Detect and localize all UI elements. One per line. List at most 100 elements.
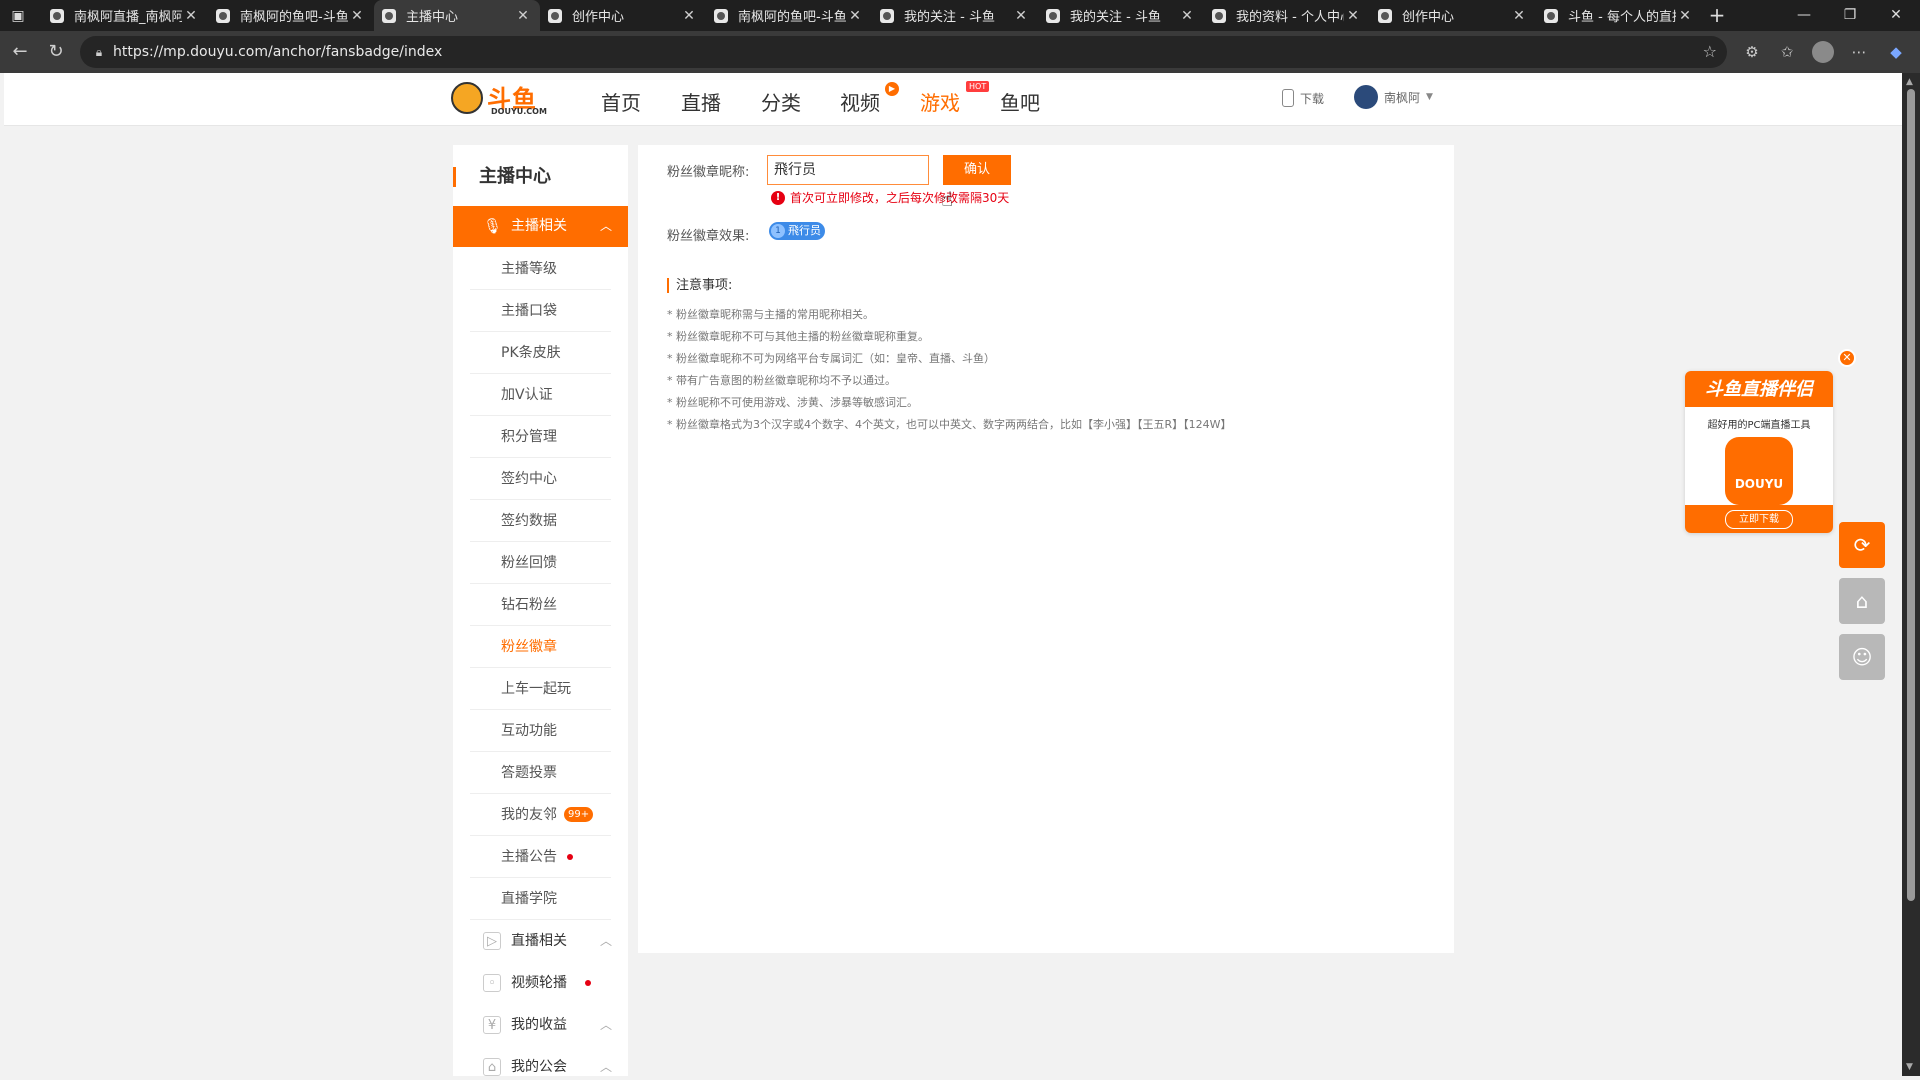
browser-tab[interactable]: 我的关注 - 斗鱼 ✕ <box>1038 0 1204 31</box>
sidebar-item[interactable]: 加V认证 <box>470 374 611 416</box>
sidebar-item[interactable]: 主播口袋 <box>470 290 611 332</box>
browser-tab[interactable]: 创作中心 ✕ <box>1370 0 1536 31</box>
minimize-button[interactable]: — <box>1781 0 1827 31</box>
sidebar-group[interactable]: ⌂ 我的公会 ︿ <box>453 1046 628 1076</box>
sidebar-item[interactable]: 主播等级 <box>470 248 611 290</box>
fan-badge-preview: 1 飛行员 <box>769 222 825 240</box>
sidebar-group-anchor[interactable]: 🎙︎ 主播相关 ︿ <box>453 206 628 247</box>
sidebar-item[interactable]: 我的友邻 99+ <box>470 794 611 836</box>
refresh-icon[interactable]: ↻ <box>44 40 68 64</box>
browser-tab[interactable]: 南枫阿直播_南枫阿 ✕ <box>42 0 208 31</box>
replay-icon[interactable]: ⟳ <box>1839 522 1885 568</box>
close-tab-icon[interactable]: ✕ <box>680 8 698 24</box>
browser-tab[interactable]: 南枫阿的鱼吧-斗鱼 ✕ <box>706 0 872 31</box>
sidebar-item-label: 主播口袋 <box>501 303 557 319</box>
sidebar-item[interactable]: 钻石粉丝 <box>470 584 611 626</box>
back-icon[interactable]: ← <box>8 40 32 64</box>
caret-down-icon[interactable]: ▼ <box>1426 92 1433 102</box>
warning-message: ! 首次可立即修改，之后每次修改需隔30天 <box>771 189 1009 206</box>
sidebar-item[interactable]: 答题投票 <box>470 752 611 794</box>
browser-tab[interactable]: 我的关注 - 斗鱼 ✕ <box>872 0 1038 31</box>
browser-tab[interactable]: 创作中心 ✕ <box>540 0 706 31</box>
sidebar-item[interactable]: 粉丝回馈 <box>470 542 611 584</box>
restore-button[interactable]: ❐ <box>1827 0 1873 31</box>
tab-title: 主播中心 <box>406 10 459 25</box>
browser-tab[interactable]: 南枫阿的鱼吧-斗鱼 ✕ <box>208 0 374 31</box>
avatar[interactable] <box>1354 85 1378 109</box>
chevron-up-icon[interactable]: ︿ <box>600 1046 612 1076</box>
badge-nickname-input[interactable]: 飛行员 <box>767 155 929 185</box>
close-window-button[interactable]: ✕ <box>1873 0 1919 31</box>
nav-home[interactable]: 首页 <box>601 87 641 116</box>
sidebar-item[interactable]: 互动功能 <box>470 710 611 752</box>
chevron-up-icon[interactable]: ︿ <box>600 920 612 962</box>
copilot-icon[interactable]: ◆ <box>1884 40 1908 64</box>
confirm-button[interactable]: 确认 <box>943 155 1011 185</box>
download-now-button[interactable]: 立即下载 <box>1725 510 1793 529</box>
sidebar-item[interactable]: 主播公告 <box>470 836 611 878</box>
close-tab-icon[interactable]: ✕ <box>514 8 532 24</box>
note-item: * 粉丝徽章昵称不可与其他主播的粉丝徽章昵称重复。 <box>667 330 929 343</box>
browser-tab[interactable]: 斗鱼 - 每个人的直播 ✕ <box>1536 0 1702 31</box>
close-tab-icon[interactable]: ✕ <box>1344 8 1362 24</box>
more-menu-icon[interactable]: ⋯ <box>1847 40 1871 64</box>
extensions-icon[interactable]: ⚙ <box>1740 40 1764 64</box>
web-page: 斗鱼 DOUYU.COM 首页 直播 分类 视频 ▶ 游戏 HOT 鱼吧 下载 … <box>4 73 1902 1076</box>
sidebar-item[interactable]: 直播学院 <box>470 878 611 920</box>
scroll-down-icon[interactable]: ▼ <box>1906 1062 1913 1072</box>
live-companion-ad[interactable]: 斗鱼直播伴侣 超好用的PC端直播工具 DOUYU 立即下载 <box>1685 371 1833 533</box>
nick-label: 粉丝徽章昵称: <box>667 165 750 180</box>
sidebar-group[interactable]: ◦ 视频轮播 <box>453 962 628 1004</box>
sidebar-item-label: 粉丝回馈 <box>501 555 557 571</box>
sidebar-item[interactable]: PK条皮肤 <box>470 332 611 374</box>
sidebar-group[interactable]: ¥ 我的收益 ︿ <box>453 1004 628 1046</box>
douyu-favicon-icon <box>548 8 562 23</box>
robot-icon[interactable]: ☺ <box>1839 634 1885 680</box>
close-tab-icon[interactable]: ✕ <box>1178 8 1196 24</box>
sidebar-item-label: 签约数据 <box>501 513 557 529</box>
note-item: * 粉丝徽章昵称不可为网络平台专属词汇（如：皇帝、直播、斗鱼） <box>667 352 995 365</box>
nav-video[interactable]: 视频 <box>840 87 880 116</box>
close-tab-icon[interactable]: ✕ <box>1510 8 1528 24</box>
close-icon[interactable]: ✕ <box>1838 349 1856 367</box>
profile-avatar-icon[interactable] <box>1812 41 1834 63</box>
chevron-up-icon[interactable]: ︿ <box>600 1004 612 1046</box>
sidebar-group[interactable]: ▷ 直播相关 ︿ <box>453 920 628 962</box>
user-menu[interactable]: 南枫阿 ▼ <box>1354 85 1433 109</box>
scroll-thumb[interactable] <box>1907 89 1915 901</box>
sidebar-item[interactable]: 积分管理 <box>470 416 611 458</box>
tab-title: 南枫阿的鱼吧-斗鱼 <box>738 10 846 25</box>
tab-title: 斗鱼 - 每个人的直播 <box>1568 10 1676 25</box>
url-text[interactable]: https://mp.douyu.com/anchor/fansbadge/in… <box>113 36 442 68</box>
sidebar-title: 主播中心 <box>453 163 628 193</box>
nav-live[interactable]: 直播 <box>681 87 721 116</box>
url-field[interactable]: 🔒︎ https://mp.douyu.com/anchor/fansbadge… <box>80 36 1727 68</box>
username[interactable]: 南枫阿 <box>1384 89 1420 106</box>
browser-tab[interactable]: 主播中心 ✕ <box>374 0 540 31</box>
new-tab-button[interactable]: + <box>1705 4 1729 28</box>
home-icon[interactable]: ⌂ <box>1839 578 1885 624</box>
close-tab-icon[interactable]: ✕ <box>846 8 864 24</box>
page-scrollbar[interactable]: ▲ ▼ <box>1902 73 1920 1076</box>
sidebar-item[interactable]: 签约数据 <box>470 500 611 542</box>
nav-game[interactable]: 游戏 <box>920 87 960 116</box>
video-icon: ▷ <box>483 932 501 950</box>
nav-fishbar[interactable]: 鱼吧 <box>1000 87 1040 116</box>
close-tab-icon[interactable]: ✕ <box>182 8 200 24</box>
lock-icon[interactable]: 🔒︎ <box>90 43 108 61</box>
tab-actions-menu-icon[interactable]: ▣ <box>8 6 28 26</box>
sidebar-item[interactable]: 签约中心 <box>470 458 611 500</box>
scroll-up-icon[interactable]: ▲ <box>1906 77 1913 87</box>
download-link[interactable]: 下载 <box>1282 89 1324 107</box>
close-tab-icon[interactable]: ✕ <box>348 8 366 24</box>
browser-tab[interactable]: 我的资料 - 个人中心 ✕ <box>1204 0 1370 31</box>
douyu-logo[interactable]: 斗鱼 DOUYU.COM <box>451 79 547 119</box>
favorites-icon[interactable]: ✩ <box>1775 40 1799 64</box>
favorite-star-icon[interactable]: ☆ <box>1703 42 1717 61</box>
sidebar-item[interactable]: 上车一起玩 <box>470 668 611 710</box>
chevron-up-icon[interactable]: ︿ <box>600 206 612 247</box>
close-tab-icon[interactable]: ✕ <box>1676 8 1694 24</box>
sidebar-item[interactable]: 粉丝徽章 <box>470 626 611 668</box>
nav-category[interactable]: 分类 <box>761 87 801 116</box>
close-tab-icon[interactable]: ✕ <box>1012 8 1030 24</box>
